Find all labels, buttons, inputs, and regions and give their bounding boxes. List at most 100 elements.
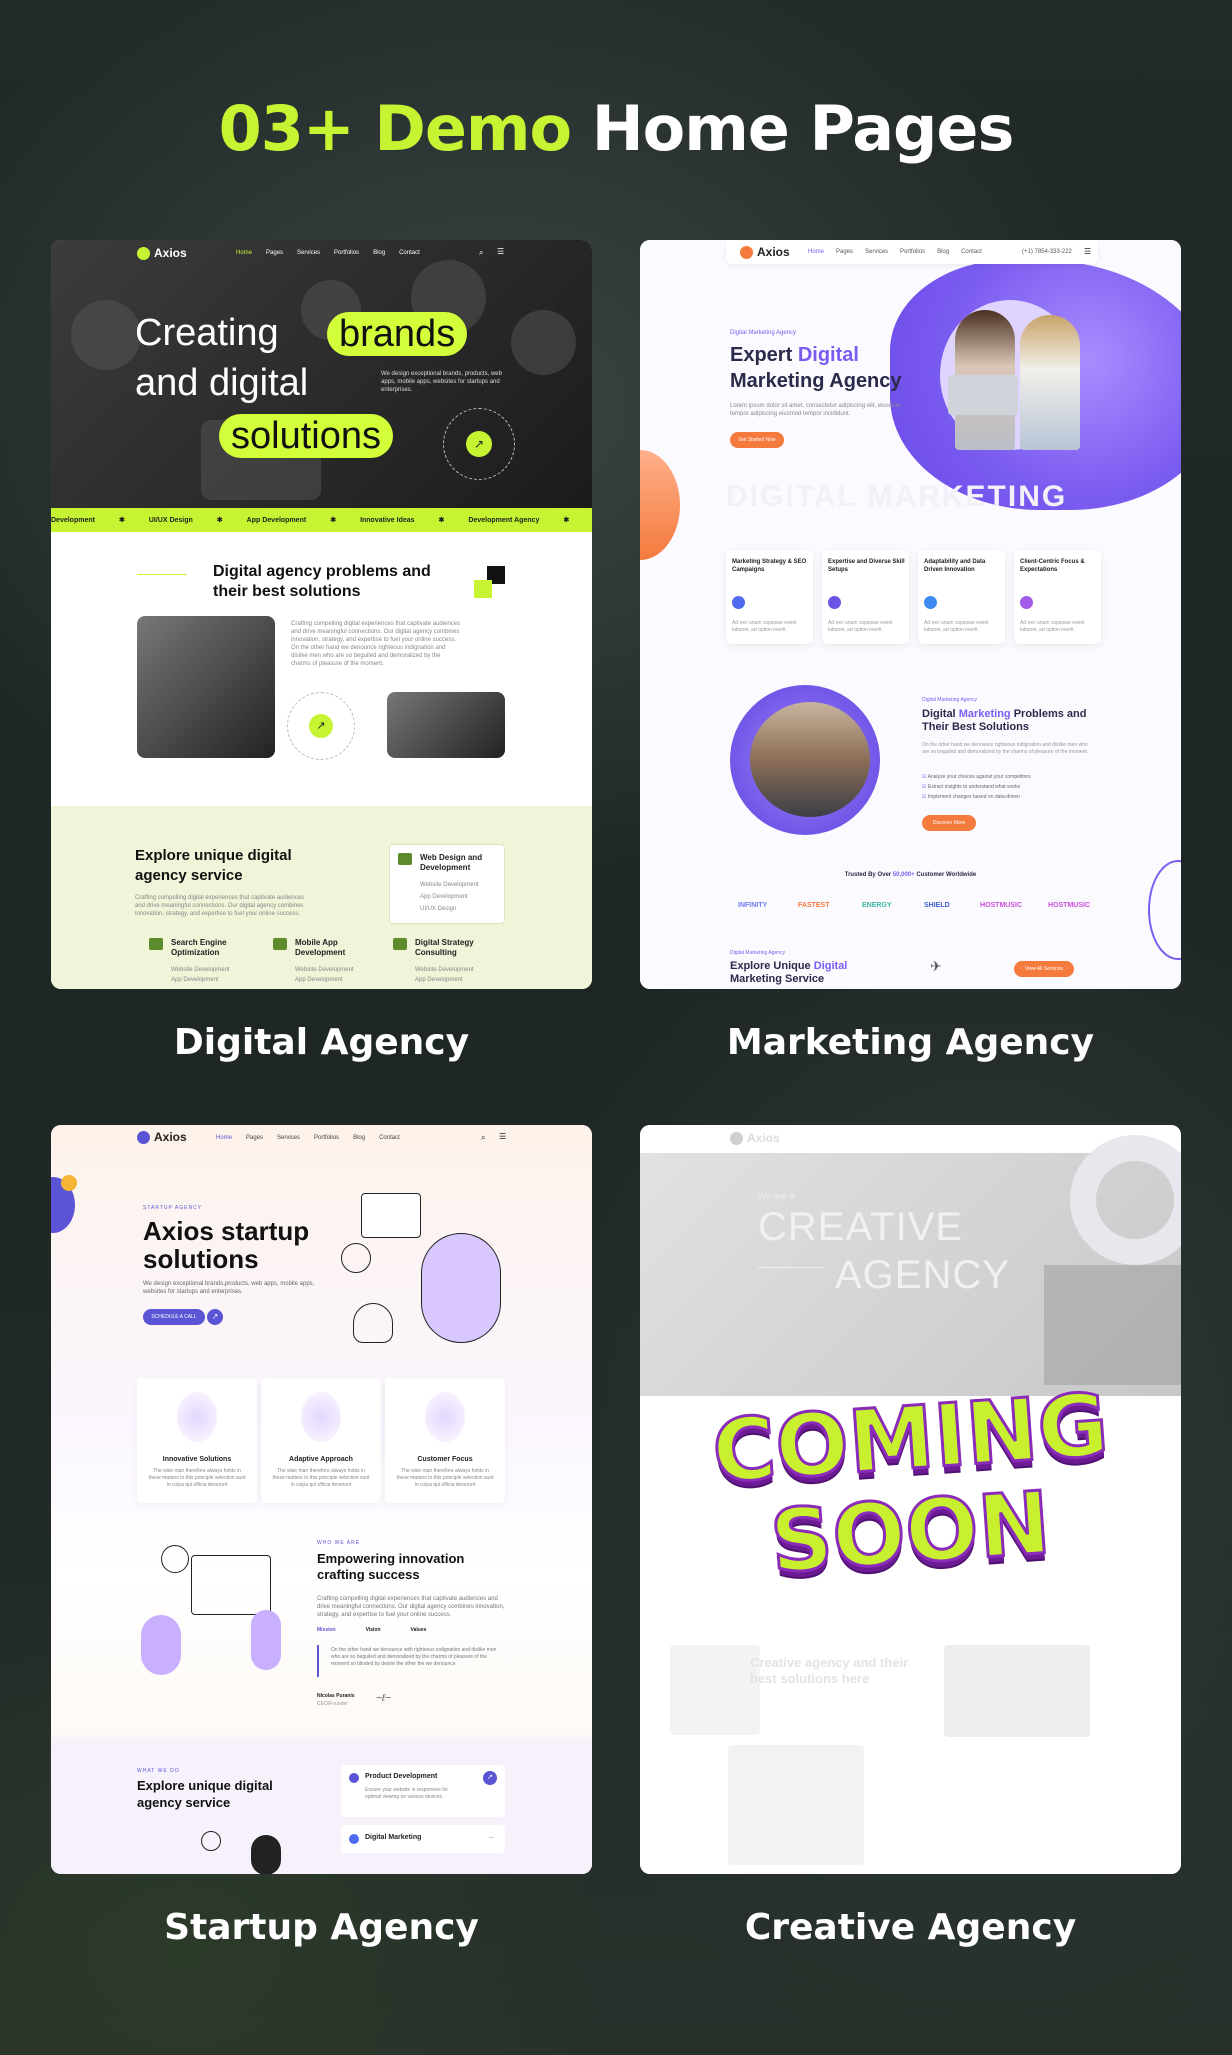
nav-item-contact[interactable]: Contact bbox=[379, 1135, 400, 1141]
nav-item-portfolios[interactable]: Portfolios bbox=[314, 1135, 339, 1141]
feature-card[interactable]: Expertise and Diverse Skill Setups Ad ne… bbox=[822, 550, 909, 644]
service-card[interactable]: Innovative Solutions The wise man theref… bbox=[137, 1378, 257, 1503]
arrow-up-right-icon[interactable]: ↗ bbox=[309, 714, 333, 738]
feature-description: Ad nec unum copiosae everti labores, ad … bbox=[1020, 620, 1085, 633]
logo[interactable]: Axios bbox=[137, 1130, 187, 1144]
phone-number[interactable]: (+1) 7854-333-222 bbox=[1022, 249, 1072, 255]
service-card[interactable]: Adaptive Approach The wise man therefore… bbox=[261, 1378, 381, 1503]
feature-card[interactable]: Adaptability and Data Driven Innovation … bbox=[918, 550, 1005, 644]
check-item: ☑ Implement changes based on data-driven bbox=[922, 792, 1031, 802]
arrow-up-right-icon[interactable]: ↗ bbox=[483, 1771, 497, 1785]
menu-icon[interactable]: ☰ bbox=[499, 1132, 506, 1141]
feature-description: Ad nec unum copiosae everti labores, ad … bbox=[924, 620, 989, 633]
what-item-card[interactable]: Product Development ↗ Ensure your websit… bbox=[341, 1765, 505, 1817]
who-quote: On the other hand we denounce with right… bbox=[331, 1647, 497, 1667]
person-drawing bbox=[141, 1615, 181, 1675]
headline-rest: Home Pages bbox=[591, 92, 1015, 165]
menu-icon[interactable]: ☰ bbox=[1084, 247, 1091, 256]
nav-item-home[interactable]: Home bbox=[236, 250, 252, 256]
logo[interactable]: Axios bbox=[740, 245, 790, 259]
nav-item-home[interactable]: Home bbox=[808, 249, 824, 255]
brand-logo: SHIELD bbox=[924, 902, 950, 909]
arrow-up-right-icon[interactable]: ↗ bbox=[466, 431, 492, 457]
tab-vision[interactable]: Vision bbox=[366, 1627, 381, 1633]
nav-item-blog[interactable]: Blog bbox=[353, 1135, 365, 1141]
get-started-button[interactable]: Get Started Now bbox=[730, 432, 784, 448]
service-card[interactable]: Web Design and Development Website Devel… bbox=[389, 844, 505, 924]
logo-mark-icon bbox=[740, 245, 753, 259]
checklist: ☑ Analyze your choices against your comp… bbox=[922, 772, 1031, 802]
who-name: Nicolas Puranis bbox=[317, 1693, 355, 1699]
service-card[interactable]: Mobile App Development Website Developme… bbox=[261, 932, 381, 989]
service-bullet: App Development bbox=[295, 977, 343, 983]
service-title: Search Engine Optimization bbox=[171, 938, 227, 957]
nav-item-pages[interactable]: Pages bbox=[836, 249, 853, 255]
menu-icon[interactable]: ☰ bbox=[497, 247, 504, 256]
demo-card-creative-agency[interactable]: Axios We are a CREATIVE AGENCY Creative … bbox=[640, 1125, 1181, 1874]
brand-logo: HOSTMUSIC bbox=[1048, 902, 1090, 909]
nav-item-portfolios[interactable]: Portfolios bbox=[334, 250, 359, 256]
hero-title-b: Digital bbox=[797, 344, 859, 366]
nav-item-contact[interactable]: Contact bbox=[961, 249, 982, 255]
service-card[interactable]: Search Engine Optimization Website Devel… bbox=[135, 932, 255, 989]
star-icon: ✱ bbox=[118, 517, 125, 524]
hero-title-a: Expert bbox=[730, 344, 793, 366]
service-card[interactable]: Digital Strategy Consulting Website Deve… bbox=[385, 932, 505, 989]
marquee-item: Innovative Ideas bbox=[360, 516, 415, 524]
nav-item-blog[interactable]: Blog bbox=[373, 250, 385, 256]
nav-item-pages[interactable]: Pages bbox=[246, 1135, 263, 1141]
nav-item-services[interactable]: Services bbox=[277, 1135, 300, 1141]
logo[interactable]: Axios bbox=[137, 246, 187, 260]
star-icon: ✱ bbox=[563, 517, 570, 524]
main-nav: Home Pages Services Portfolios Blog Cont… bbox=[808, 249, 982, 255]
what-item-card[interactable]: Digital Marketing → bbox=[341, 1825, 505, 1853]
feature-card[interactable]: Client-Centric Focus & Expectations Ad n… bbox=[1014, 550, 1101, 644]
explore-title-c: Marketing Service bbox=[730, 973, 825, 985]
watermark-text: DIGITAL MARKETING bbox=[726, 480, 1068, 513]
tab-values[interactable]: Values bbox=[411, 1627, 427, 1633]
explore-section: Explore unique digital agency service Cr… bbox=[51, 806, 592, 989]
brand-logo: ENERGY bbox=[862, 902, 892, 909]
logo[interactable]: Axios bbox=[730, 1131, 780, 1145]
demo-card-digital-agency[interactable]: Axios Home Pages Services Portfolios Blo… bbox=[51, 240, 592, 989]
explore-title-b: Digital bbox=[813, 960, 848, 972]
brand-logo: HOSTMUSIC bbox=[980, 902, 1022, 909]
service-title: Adaptive Approach bbox=[289, 1456, 353, 1463]
search-icon[interactable]: ⌕ bbox=[481, 1133, 485, 1143]
service-card[interactable]: Customer Focus The wise man therefore al… bbox=[385, 1378, 505, 1503]
board-drawing bbox=[191, 1555, 271, 1615]
customer-illustration-icon bbox=[425, 1392, 465, 1442]
nav-item-portfolios[interactable]: Portfolios bbox=[900, 249, 925, 255]
demo-card-startup-agency[interactable]: Axios Home Pages Services Portfolios Blo… bbox=[51, 1125, 592, 1874]
arrow-right-icon[interactable]: → bbox=[487, 1832, 495, 1841]
service-bullet: App Development bbox=[415, 977, 463, 983]
nav-item-blog[interactable]: Blog bbox=[937, 249, 949, 255]
headline-highlight: 03+ Demo bbox=[218, 92, 573, 165]
nav-item-services[interactable]: Services bbox=[865, 249, 888, 255]
view-all-services-button[interactable]: View All Services bbox=[1014, 961, 1074, 977]
check-item: ☑ Extract insights to understand what wo… bbox=[922, 782, 1031, 792]
demo-card-marketing-agency[interactable]: Axios Home Pages Services Portfolios Blo… bbox=[640, 240, 1181, 989]
logo-text: Axios bbox=[154, 1130, 187, 1144]
service-bullet: App Development bbox=[171, 977, 219, 983]
feature-description: Ad nec unum copiosae everti labores, ad … bbox=[732, 620, 797, 633]
nav-item-services[interactable]: Services bbox=[297, 250, 320, 256]
nav-item-home[interactable]: Home bbox=[216, 1135, 232, 1141]
strategy-icon bbox=[393, 938, 407, 950]
discover-more-button[interactable]: Discover More bbox=[922, 815, 976, 831]
marquee-item: App Development bbox=[246, 516, 307, 524]
tab-mission[interactable]: Mission bbox=[317, 1627, 336, 1633]
nav-item-contact[interactable]: Contact bbox=[399, 250, 420, 256]
nav-item-pages[interactable]: Pages bbox=[266, 250, 283, 256]
team-photo bbox=[137, 616, 275, 758]
feature-card[interactable]: Marketing Strategy & SEO Campaigns Ad ne… bbox=[726, 550, 813, 644]
problems-description: On the other hand we denounce righteous … bbox=[922, 742, 1089, 755]
hero-photo-faded bbox=[1044, 1265, 1181, 1385]
search-icon[interactable]: ⌕ bbox=[479, 248, 483, 258]
signature: ~ℓ~ bbox=[376, 1693, 391, 1704]
main-nav: Home Pages Services Portfolios Blog Cont… bbox=[236, 250, 420, 256]
divider bbox=[758, 1267, 824, 1268]
arrow-up-right-icon[interactable]: ↗ bbox=[207, 1309, 223, 1325]
schedule-call-button[interactable]: SCHEDULE A CALL bbox=[143, 1309, 205, 1325]
hero-description: Lorem ipsum dolor sit amet, consectetur … bbox=[730, 403, 901, 417]
